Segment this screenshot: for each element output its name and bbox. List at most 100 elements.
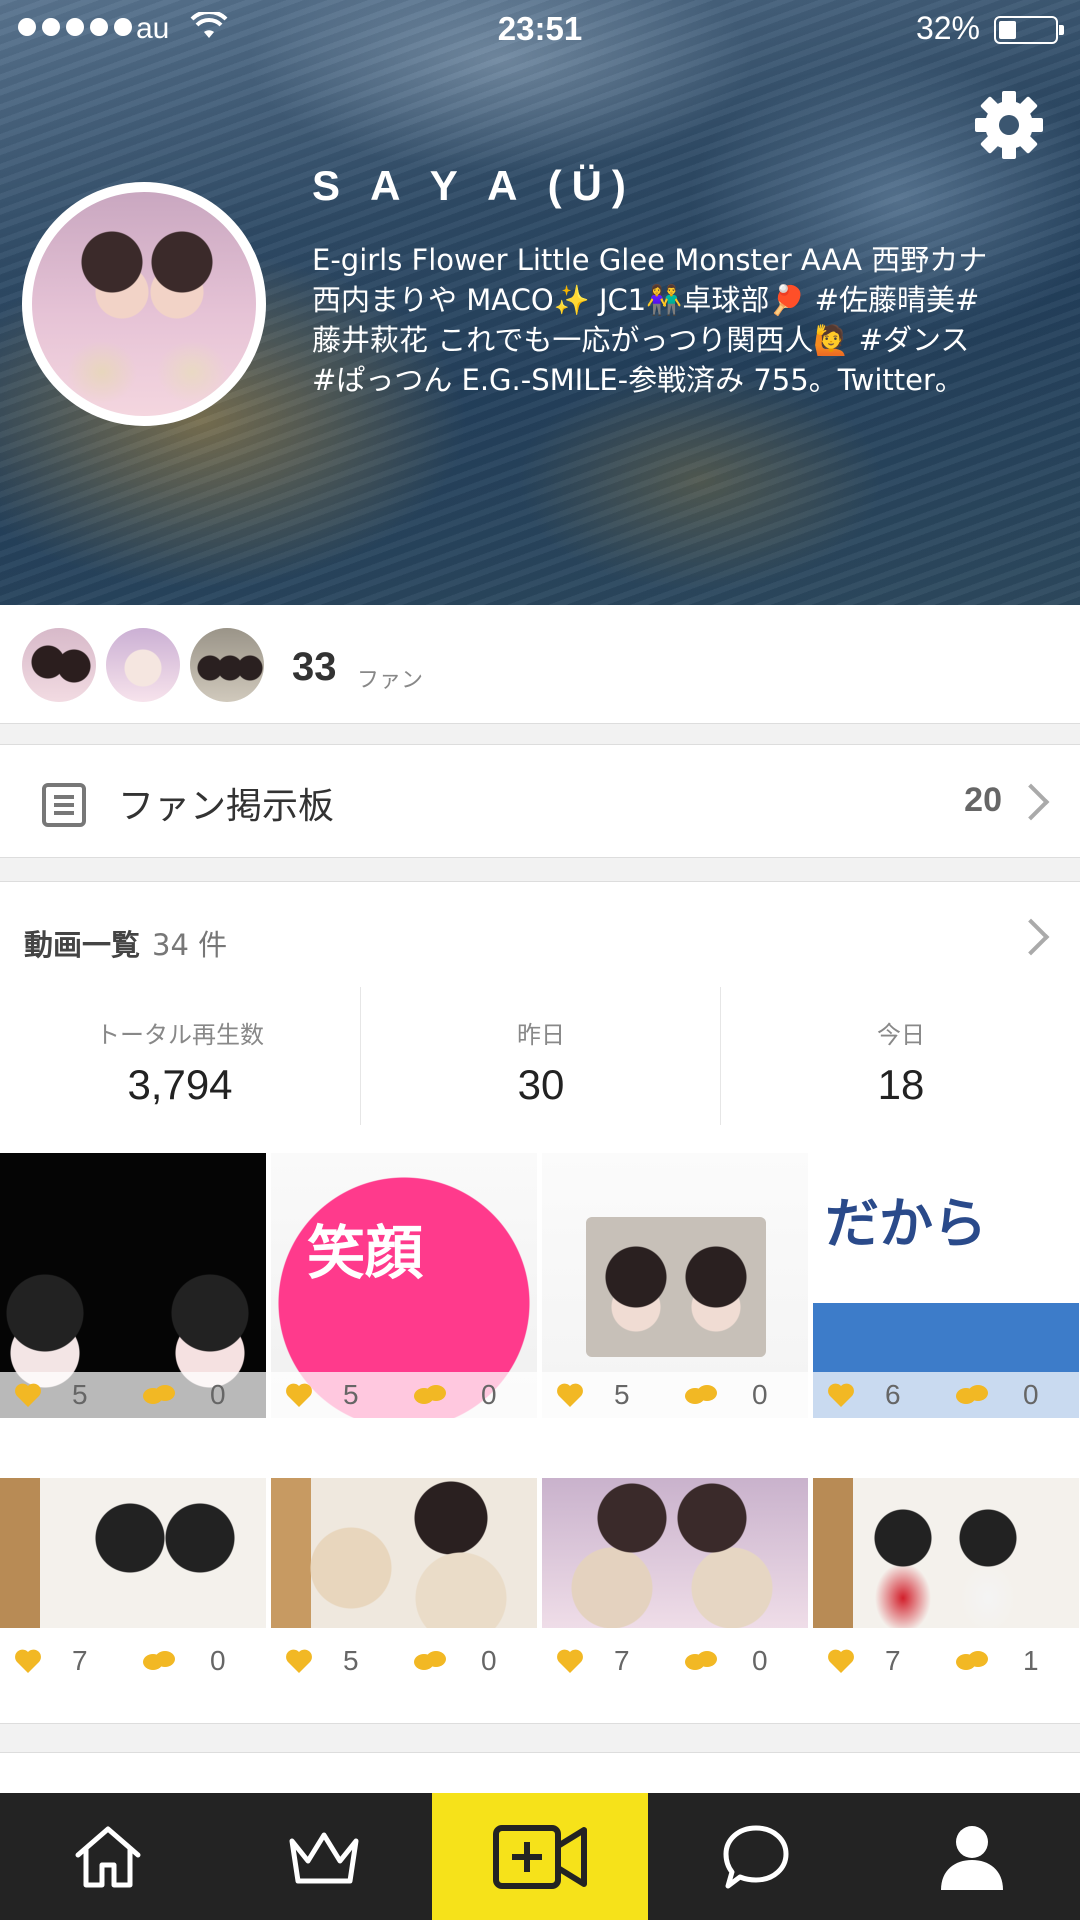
video-tile[interactable]: 7 0 [542,1478,808,1678]
heart-icon [286,1649,312,1673]
profile-name: S A Y A (Ü) [312,162,636,209]
like-count: 7 [885,1645,901,1676]
gear-icon[interactable] [972,88,1046,162]
section-divider [0,723,1080,745]
fan-avatar[interactable] [22,628,96,702]
heart-icon [557,1649,583,1673]
chat-bubble-icon [723,1825,789,1888]
heart-icon [286,1383,312,1407]
heart-icon [828,1383,854,1407]
document-icon [42,783,86,827]
fan-avatar[interactable] [190,628,264,702]
video-thumbnail [0,1478,266,1628]
stat-value: 18 [877,1061,925,1108]
battery-percent: 32% [915,10,980,46]
video-caption: だから [825,1192,987,1255]
tab-bar [0,1793,1080,1920]
stat-yesterday: 昨日 30 [360,987,721,1125]
video-meta: 7 0 [0,1638,266,1684]
stat-label: 昨日 [517,1021,565,1049]
home-icon [75,1826,141,1887]
video-tile[interactable]: 5 0 [271,1478,537,1678]
video-thumbnail [542,1478,808,1628]
video-tile[interactable]: だから 6 0 [813,1153,1079,1418]
like-count: 5 [343,1379,359,1410]
comment-count: 0 [481,1379,497,1410]
heart-icon [557,1383,583,1407]
video-tile[interactable]: 5 0 [542,1153,808,1418]
comment-bubbles-icon [685,1385,717,1404]
fan-count: 33 [292,645,337,689]
profile-icon [941,1825,1003,1890]
comment-count: 0 [210,1645,226,1676]
heart-icon [828,1649,854,1673]
section-divider [0,857,1080,882]
videos-header[interactable]: 動画一覧 34 件 [0,882,1080,987]
fan-board-label: ファン掲示板 [118,786,335,827]
comment-bubbles-icon [414,1385,446,1404]
chevron-right-icon [1012,918,1050,956]
stat-value: 30 [517,1061,565,1108]
comment-bubbles-icon [685,1651,717,1670]
play-stats: トータル再生数 3,794 昨日 30 今日 18 [0,987,1080,1125]
like-count: 7 [72,1645,88,1676]
profile-bio: E-girls Flower Little Glee Monster AAA 西… [312,243,988,397]
video-meta: 5 0 [271,1372,537,1418]
comment-bubbles-icon [956,1651,988,1670]
tab-home[interactable] [0,1793,216,1920]
video-tile[interactable]: 7 1 [813,1478,1079,1678]
video-photo [586,1217,766,1357]
section-divider [0,1723,1080,1753]
comment-count: 0 [481,1645,497,1676]
stat-label: トータル再生数 [96,1021,264,1049]
video-meta: 5 0 [542,1372,808,1418]
fan-avatar[interactable] [106,628,180,702]
avatar[interactable] [22,182,266,426]
tab-ranking[interactable] [216,1793,432,1920]
video-thumbnail [813,1478,1079,1628]
avatar-image [32,192,256,416]
tab-messages[interactable] [648,1793,864,1920]
video-tile[interactable]: 7 0 [0,1478,266,1678]
video-meta: 6 0 [813,1372,1079,1418]
comment-count: 0 [752,1645,768,1676]
video-add-icon [493,1824,587,1889]
comment-count: 0 [1023,1379,1039,1410]
next-section-peek [0,1753,1080,1793]
videos-count: 34 件 [152,928,228,962]
video-meta: 7 0 [542,1638,808,1684]
heart-icon [15,1383,41,1407]
comment-count: 0 [210,1379,226,1410]
stat-today: 今日 18 [720,987,1080,1125]
video-meta: 5 0 [271,1638,537,1684]
video-tile[interactable]: 笑顔 5 0 [271,1153,537,1418]
comment-bubbles-icon [143,1385,175,1404]
like-count: 5 [72,1379,88,1410]
battery-level [999,21,1016,39]
comment-count: 1 [1023,1645,1039,1676]
tab-record[interactable] [432,1793,648,1920]
like-count: 5 [614,1379,630,1410]
stat-label: 今日 [877,1021,925,1049]
video-meta: 7 1 [813,1638,1079,1684]
comment-count: 0 [752,1379,768,1410]
comment-bubbles-icon [414,1651,446,1670]
crown-icon [289,1832,359,1883]
video-tile[interactable]: 5 0 [0,1153,266,1418]
like-count: 7 [614,1645,630,1676]
stat-total: トータル再生数 3,794 [0,987,360,1125]
fan-board-count: 20 [964,781,1002,819]
status-bar: au 23:51 32% [0,0,1080,58]
fans-row[interactable]: 33 ファン [0,605,1080,723]
fan-board-row[interactable]: ファン掲示板 20 [0,745,1080,857]
tab-profile[interactable] [864,1793,1080,1920]
video-caption: 笑顔 [307,1219,424,1287]
comment-bubbles-icon [956,1385,988,1404]
video-thumbnail [271,1478,537,1628]
chevron-right-icon [1012,783,1050,821]
video-meta: 5 0 [0,1372,266,1418]
videos-title: 動画一覧 [24,928,141,962]
like-count: 6 [885,1379,901,1410]
fan-label: ファン [357,668,424,693]
stat-value: 3,794 [127,1061,233,1108]
